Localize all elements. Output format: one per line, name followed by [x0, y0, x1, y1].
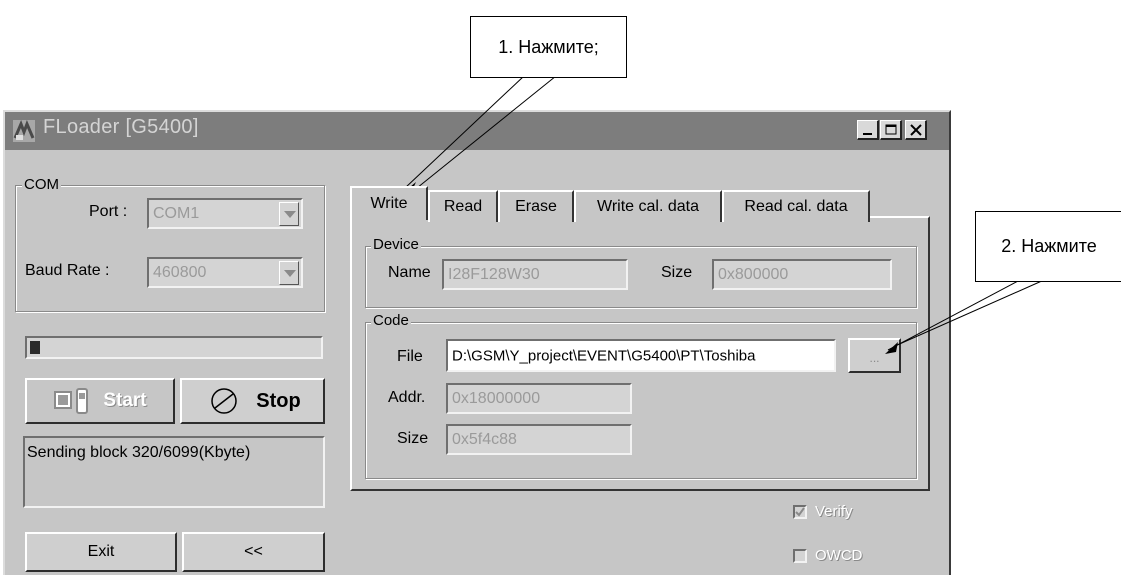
callout-leader-lines	[404, 75, 1045, 354]
callout-step-2-text: 2. Нажмите	[1001, 236, 1097, 256]
callout-step-1: 1. Нажмите;	[470, 16, 627, 78]
tab-write[interactable]: Write	[350, 186, 428, 220]
callout-step-1-text: 1. Нажмите;	[498, 36, 599, 57]
tab-write-label: Write	[370, 195, 408, 212]
callout-step-2: 2. Нажмите	[975, 211, 1121, 282]
